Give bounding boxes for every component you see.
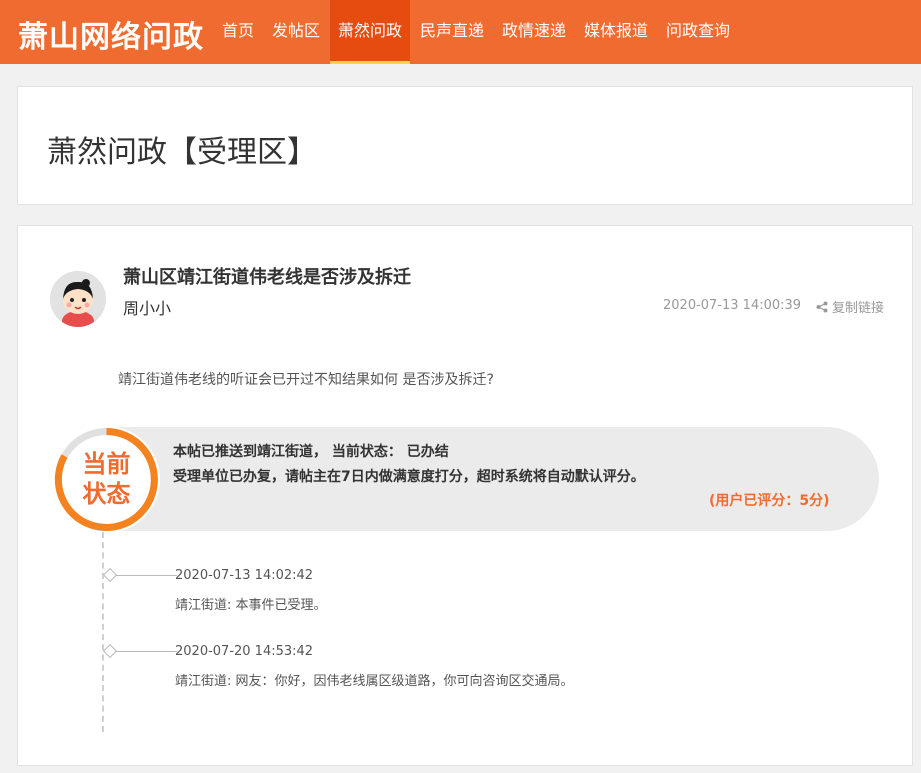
status-line-1: 本帖已推送到靖江街道， 当前状态： 已办结 bbox=[173, 444, 449, 460]
post-body: 靖江街道伟老线的听证会已开过不知结果如何 是否涉及拆迁? bbox=[118, 372, 494, 388]
status-line-2: 受理单位已办复，请帖主在7日内做满意度打分，超时系统将自动默认评分。 bbox=[173, 469, 645, 485]
post-title: 萧山区靖江街道伟老线是否涉及拆迁 bbox=[123, 267, 411, 288]
avatar bbox=[50, 271, 106, 327]
site-logo[interactable]: 萧山网络问政 bbox=[18, 12, 204, 56]
timeline-connector bbox=[115, 651, 177, 652]
badge-text-line-2: 状态 bbox=[82, 480, 131, 508]
timeline-text: 靖江街道: 网友：你好，因伟老线属区级道路，你可向咨询区交通局。 bbox=[175, 674, 574, 689]
nav-item-home[interactable]: 首页 bbox=[212, 0, 264, 64]
timeline-time: 2020-07-13 14:02:42 bbox=[175, 568, 314, 583]
nav-item-minsheng-zhidi[interactable]: 民声直递 bbox=[412, 0, 492, 64]
timeline-text: 靖江街道: 本事件已受理。 bbox=[175, 598, 327, 613]
status-badge: 当前 状态 bbox=[53, 426, 160, 533]
copy-link-button[interactable]: 复制链接 bbox=[816, 297, 884, 316]
nav-item-query[interactable]: 问政查询 bbox=[658, 0, 738, 64]
nav-item-zhengqing-sudi[interactable]: 政情速递 bbox=[494, 0, 574, 64]
post-time: 2020-07-13 14:00:39 bbox=[663, 298, 802, 313]
copy-link-label: 复制链接 bbox=[832, 301, 885, 316]
top-nav-bar: 萧山网络问政 首页 发帖区 萧然问政 民声直递 政情速递 媒体报道 问政查询 bbox=[0, 0, 921, 64]
timeline-connector bbox=[115, 575, 177, 576]
post-panel: 萧山区靖江街道伟老线是否涉及拆迁 周小小 2020-07-13 14:00:39… bbox=[17, 225, 913, 766]
nav-item-post-area[interactable]: 发帖区 bbox=[264, 0, 328, 64]
share-icon bbox=[816, 301, 828, 312]
nav-item-xiaoran-wenzheng[interactable]: 萧然问政 bbox=[330, 0, 410, 64]
user-rating: (用户已评分：5分) bbox=[709, 493, 830, 509]
nav-item-media-reports[interactable]: 媒体报道 bbox=[576, 0, 656, 64]
section-header-panel: 萧然问政【受理区】 bbox=[17, 86, 913, 205]
timeline-line bbox=[102, 532, 104, 732]
timeline-time: 2020-07-20 14:53:42 bbox=[175, 644, 314, 659]
page-title: 萧然问政【受理区】 bbox=[47, 135, 317, 170]
avatar-girl-icon bbox=[50, 271, 106, 327]
badge-text-line-1: 当前 bbox=[82, 450, 131, 478]
post-author[interactable]: 周小小 bbox=[123, 295, 171, 319]
